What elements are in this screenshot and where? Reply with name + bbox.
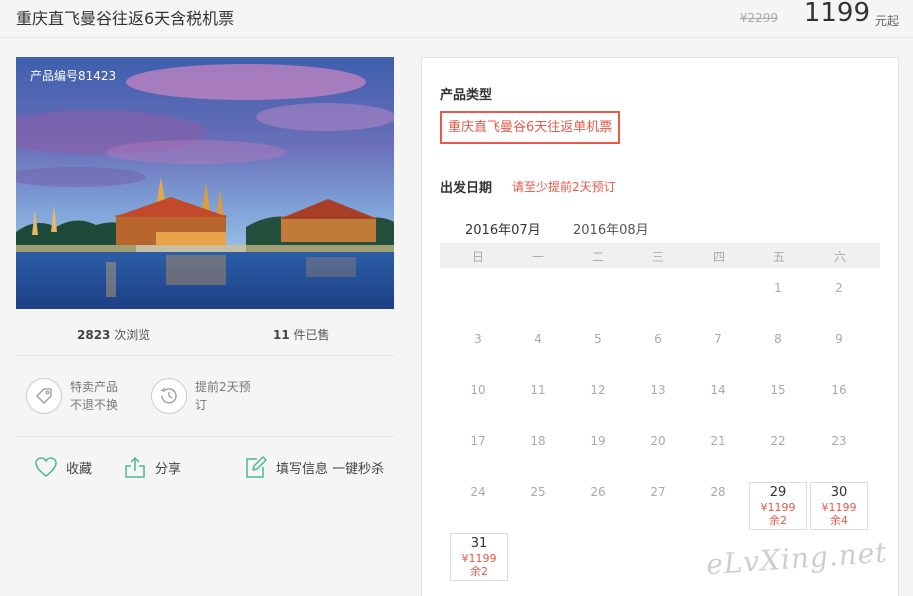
- day-number: 30: [830, 485, 848, 500]
- tag-icon: [26, 378, 62, 414]
- day-price: ¥1199: [821, 501, 857, 514]
- day-number: 29: [769, 485, 787, 500]
- share-button[interactable]: 分享: [123, 453, 181, 481]
- calendar-day: 22: [770, 434, 786, 448]
- calendar-day: 18: [530, 434, 546, 448]
- heart-icon: [35, 457, 57, 477]
- day-remaining: 余2: [470, 565, 488, 578]
- weekday-sat: 六: [833, 250, 846, 264]
- calendar-day: 10: [470, 383, 486, 397]
- calendar-day: 2: [835, 281, 843, 295]
- bangkok-temple-photo: [16, 57, 394, 309]
- day-remaining: 余4: [830, 514, 848, 527]
- calendar-day: 23: [831, 434, 847, 448]
- feature-line: 特卖产品: [70, 380, 119, 394]
- calendar-day: 12: [590, 383, 606, 397]
- calendar-day: 27: [650, 485, 666, 499]
- share-icon: [125, 456, 145, 478]
- calendar-day: 6: [654, 332, 662, 346]
- calendar-day: 11: [530, 383, 546, 397]
- weekday-fri: 五: [772, 250, 785, 264]
- tab-month-july[interactable]: 2016年07月: [463, 219, 545, 245]
- calendar-day: 5: [594, 332, 602, 346]
- departure-date-label: 出发日期: [440, 181, 493, 196]
- calendar-day: 21: [710, 434, 726, 448]
- fill-info-label: 填写信息 一键秒杀: [276, 461, 385, 477]
- calendar-day: 16: [831, 383, 847, 397]
- day-price: ¥1199: [760, 501, 796, 514]
- fill-info-button[interactable]: 填写信息 一键秒杀: [244, 453, 384, 481]
- calendar-day: 3: [474, 332, 482, 346]
- product-title: 重庆直飞曼谷往返6天含税机票: [16, 9, 235, 28]
- edit-icon: [246, 456, 267, 478]
- sold-label: 件已售: [293, 328, 330, 342]
- calendar-day: 26: [590, 485, 606, 499]
- calendar-day: 14: [710, 383, 726, 397]
- calendar-day: 17: [470, 434, 486, 448]
- calendar-day-available[interactable]: 30 ¥1199 余4: [810, 482, 868, 530]
- calendar-day: 24: [470, 485, 486, 499]
- calendar-day-available[interactable]: 29 ¥1199 余2: [749, 482, 807, 530]
- product-code: 产品编号81423: [30, 69, 117, 83]
- weekday-tue: 二: [591, 250, 604, 264]
- calendar-day: 20: [650, 434, 666, 448]
- sold-count: 11: [273, 328, 290, 342]
- product-features: 特卖产品 不退不换 提前2天预 订: [16, 368, 394, 437]
- calendar-day: 8: [774, 332, 782, 346]
- calendar-day: 28: [710, 485, 726, 499]
- page-header: 重庆直飞曼谷往返6天含税机票 ¥2299 1199 元起: [0, 0, 913, 38]
- calendar-day: 15: [770, 383, 786, 397]
- calendar-day: 4: [534, 332, 542, 346]
- product-stats: 2823 次浏览 11 件已售: [16, 322, 394, 356]
- views-stat: 2823 次浏览: [77, 326, 150, 343]
- feature-line: 不退不换: [70, 398, 119, 412]
- original-price: ¥2299: [739, 11, 778, 25]
- views-count: 2823: [77, 328, 111, 342]
- feature-line: 提前2天预: [195, 380, 251, 394]
- day-number: 31: [470, 536, 488, 551]
- day-remaining: 余2: [769, 514, 787, 527]
- weekday-wed: 三: [651, 250, 664, 264]
- favorite-button[interactable]: 收藏: [34, 453, 92, 481]
- calendar-day: 9: [835, 332, 843, 346]
- sold-stat: 11 件已售: [273, 326, 330, 343]
- calendar-day: 25: [530, 485, 546, 499]
- feature-line: 订: [195, 398, 208, 412]
- weekday-mon: 一: [531, 250, 544, 264]
- product-type-option[interactable]: 重庆直飞曼谷6天往返单机票: [440, 111, 621, 144]
- clock-icon: [151, 378, 187, 414]
- product-actions: 收藏 分享 填写信息 一键秒杀: [16, 449, 394, 485]
- calendar-day: 7: [714, 332, 722, 346]
- day-price: ¥1199: [461, 552, 497, 565]
- current-price: 1199: [803, 0, 870, 28]
- booking-hint: 请至少提前2天预订: [512, 180, 616, 194]
- price-box: ¥2299 1199 元起: [699, 0, 899, 30]
- calendar-day: 19: [590, 434, 606, 448]
- tab-month-august[interactable]: 2016年08月: [573, 219, 649, 243]
- weekday-sun: 日: [471, 250, 484, 264]
- calendar-day-available[interactable]: 31 ¥1199 余2: [450, 533, 508, 581]
- weekday-thu: 四: [712, 250, 725, 264]
- views-label: 次浏览: [114, 328, 151, 342]
- booking-panel: 产品类型 重庆直飞曼谷6天往返单机票 出发日期 请至少提前2天预订 2016年0…: [421, 57, 899, 596]
- share-label: 分享: [155, 461, 182, 477]
- product-type-label: 产品类型: [440, 88, 493, 103]
- favorite-label: 收藏: [66, 461, 93, 477]
- price-suffix: 元起: [874, 14, 899, 28]
- product-photo: 产品编号81423: [16, 57, 394, 309]
- weekday-header: 日 一 二 三 四 五 六: [440, 243, 880, 268]
- calendar-day: 13: [650, 383, 666, 397]
- calendar-day: 1: [774, 281, 782, 295]
